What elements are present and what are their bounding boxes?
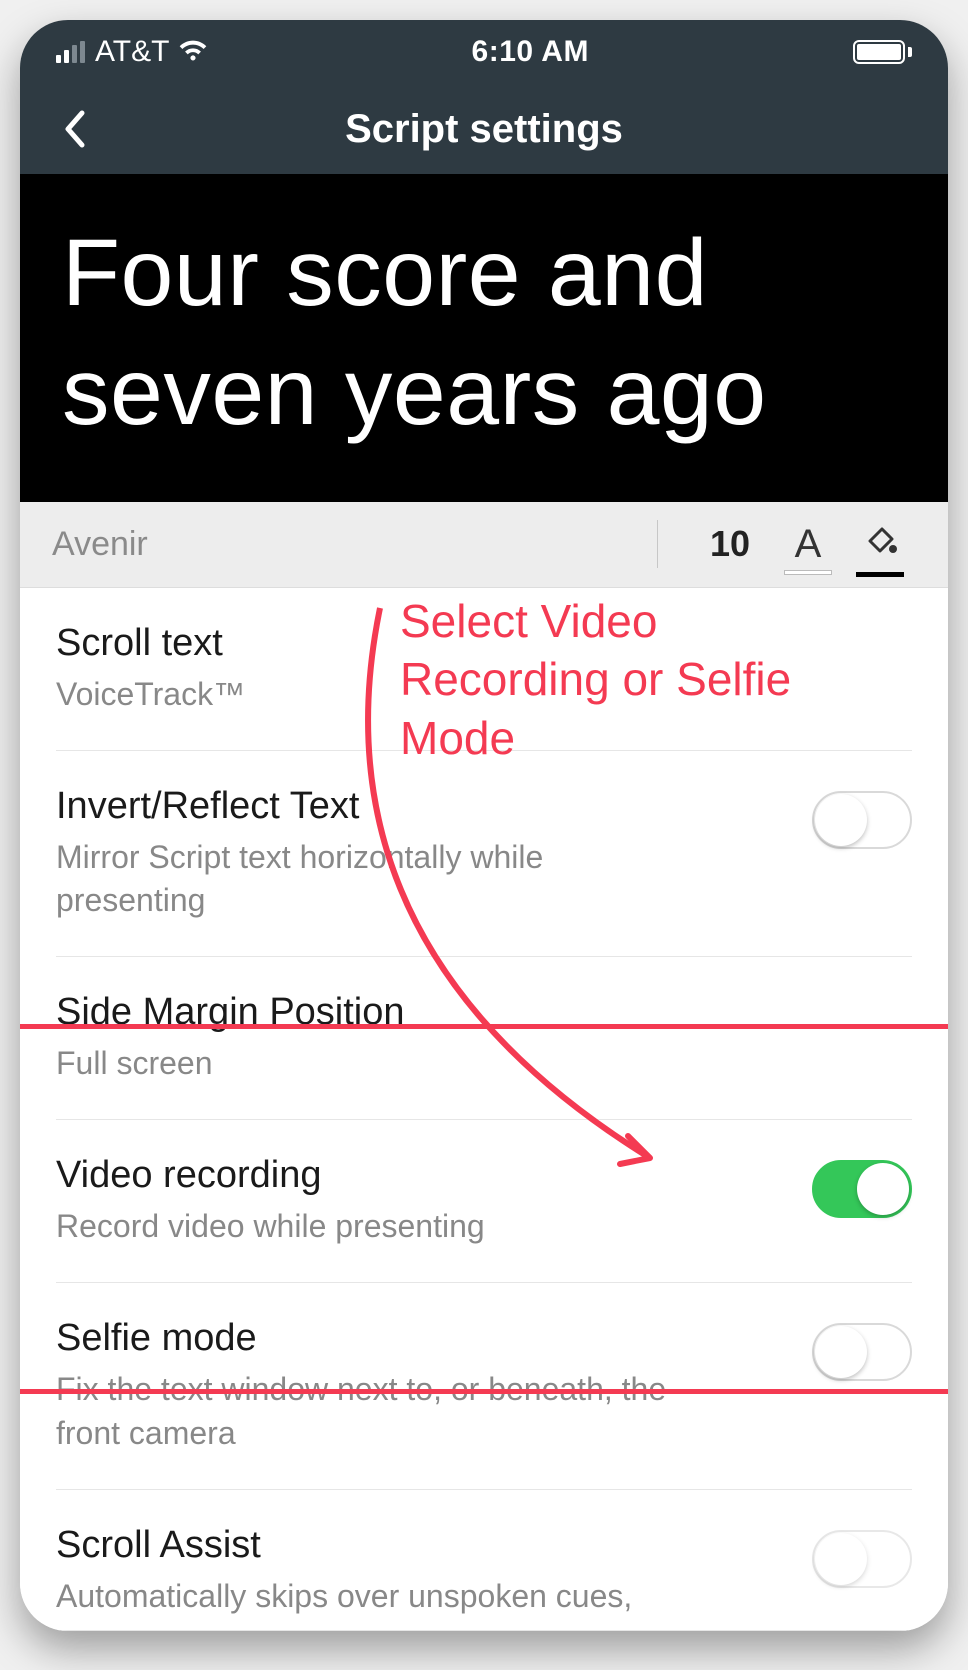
invert-toggle[interactable] <box>812 791 912 849</box>
status-time: 6:10 AM <box>472 35 589 69</box>
phone-frame: AT&T 6:10 AM Script settings Four score … <box>20 20 948 1631</box>
settings-list: Scroll text VoiceTrack™ Invert/Reflect T… <box>20 588 948 1632</box>
fill-color-button[interactable] <box>844 519 916 569</box>
font-selector[interactable]: Avenir <box>52 525 627 564</box>
preview-text: Four score and seven years ago <box>62 214 906 452</box>
wifi-icon <box>179 35 207 69</box>
setting-video-recording: Video recording Record video while prese… <box>56 1119 912 1283</box>
text-color-icon: A <box>795 522 822 566</box>
signal-icon <box>56 41 85 63</box>
setting-sub: Automatically skips over unspoken cues, <box>56 1575 696 1618</box>
paint-bucket-icon <box>860 524 900 568</box>
status-bar: AT&T 6:10 AM <box>20 20 948 84</box>
setting-title: Scroll Assist <box>56 1524 788 1567</box>
setting-scroll-text[interactable]: Scroll text VoiceTrack™ <box>56 588 912 751</box>
video-recording-toggle[interactable] <box>812 1160 912 1218</box>
format-bar: Avenir 10 A <box>20 502 948 588</box>
setting-title: Invert/Reflect Text <box>56 785 788 828</box>
setting-title: Video recording <box>56 1154 788 1197</box>
setting-sub: Full screen <box>56 1042 696 1085</box>
setting-title: Scroll text <box>56 622 912 665</box>
setting-selfie-mode: Selfie mode Fix the text window next to,… <box>56 1283 912 1489</box>
font-size-selector[interactable]: 10 <box>688 523 772 565</box>
page-title: Script settings <box>345 107 623 152</box>
setting-invert-reflect: Invert/Reflect Text Mirror Script text h… <box>56 751 912 957</box>
nav-bar: Script settings <box>20 84 948 174</box>
script-preview: Four score and seven years ago <box>20 174 948 502</box>
battery-icon <box>853 40 912 64</box>
setting-scroll-assist: Scroll Assist Automatically skips over u… <box>56 1490 912 1631</box>
setting-title: Selfie mode <box>56 1317 788 1360</box>
selfie-mode-toggle[interactable] <box>812 1323 912 1381</box>
carrier-label: AT&T <box>95 35 169 69</box>
setting-sub: VoiceTrack™ <box>56 673 696 716</box>
chevron-left-icon <box>62 109 86 149</box>
setting-title: Side Margin Position <box>56 991 912 1034</box>
status-left: AT&T <box>56 35 207 69</box>
divider <box>657 520 658 568</box>
scroll-assist-toggle[interactable] <box>812 1530 912 1588</box>
setting-side-margin[interactable]: Side Margin Position Full screen <box>56 957 912 1119</box>
setting-sub: Fix the text window next to, or beneath,… <box>56 1368 696 1454</box>
setting-sub: Mirror Script text horizontally while pr… <box>56 836 696 922</box>
setting-sub: Record video while presenting <box>56 1205 696 1248</box>
text-color-button[interactable]: A <box>772 522 844 567</box>
back-button[interactable] <box>52 107 96 151</box>
